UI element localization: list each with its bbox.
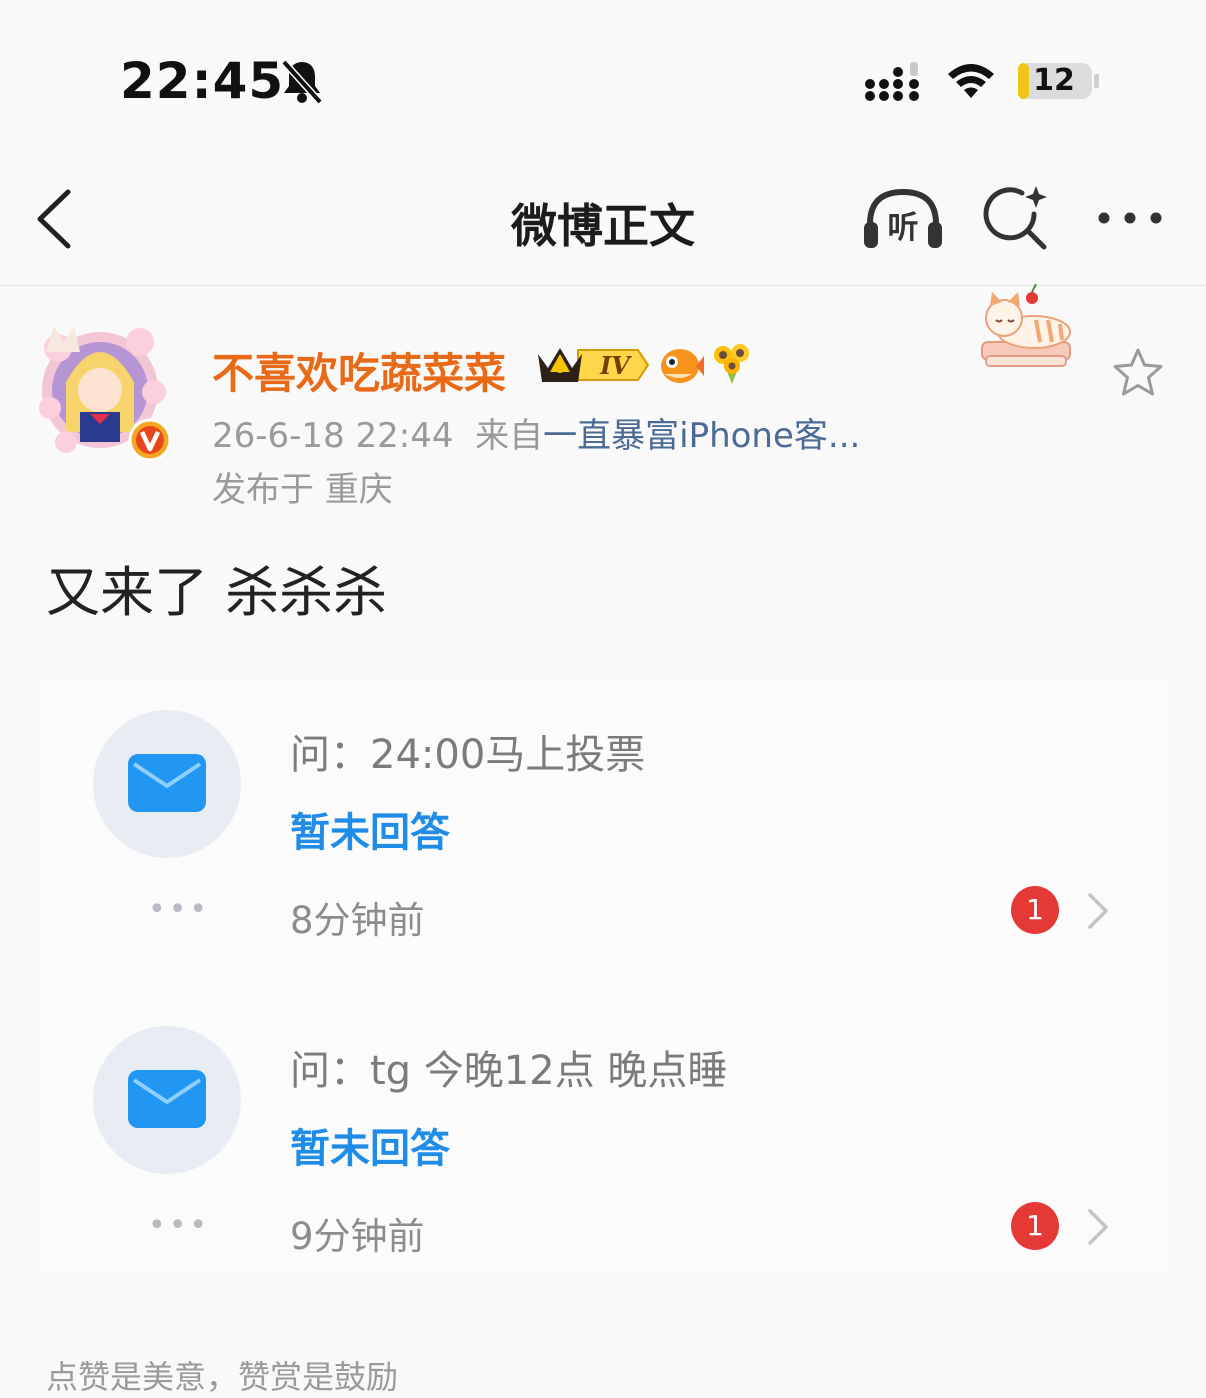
chevron-right-icon[interactable]	[1086, 1207, 1110, 1247]
ai-search-icon[interactable]	[982, 184, 1052, 252]
listen-label: 听	[887, 210, 919, 246]
sunflower-bouquet-icon	[714, 344, 749, 384]
envelope-icon	[128, 754, 206, 812]
qa-question: 问：tg 今晚12点 晚点睡	[290, 1048, 728, 1094]
qa-time: 9分钟前	[290, 1215, 425, 1258]
verified-badge-icon	[128, 418, 172, 462]
username[interactable]: 不喜欢吃蔬菜菜	[212, 340, 506, 401]
chevron-right-icon[interactable]	[1086, 891, 1110, 931]
back-icon[interactable]	[32, 188, 76, 250]
unread-badge: 1	[1011, 1202, 1059, 1250]
qa-time: 8分钟前	[290, 899, 425, 942]
post-content: 又来了 杀杀杀	[46, 561, 388, 624]
status-time: 22:45	[120, 52, 285, 110]
bell-slash-icon	[281, 59, 323, 104]
qa-more-dots[interactable]: •••	[148, 1208, 210, 1243]
battery-level: 12	[1033, 63, 1075, 98]
unread-badge: 1	[1011, 886, 1059, 934]
qa-more-dots[interactable]: •••	[148, 892, 210, 927]
favorite-star-icon[interactable]	[1110, 346, 1166, 400]
post-meta: 26-6-18 22:44 来自一直暴富iPhone客...	[212, 408, 860, 457]
from-prefix: 来自	[475, 416, 544, 456]
qa-answer-status: 暂未回答	[290, 1126, 450, 1172]
qa-question: 问：24:00马上投票	[290, 732, 646, 778]
post-location: 发布于 重庆	[212, 470, 393, 510]
qa-answer-status: 暂未回答	[290, 810, 450, 856]
sleeping-cat-sticker-icon	[981, 284, 1071, 367]
pufferfish-icon	[661, 349, 704, 383]
footer-text: 点赞是美意，赞赏是鼓励	[46, 1358, 399, 1396]
vip-level: IV	[600, 351, 630, 380]
more-icon[interactable]	[1096, 206, 1164, 230]
wifi-icon	[948, 64, 994, 98]
envelope-icon	[128, 1070, 206, 1128]
page-title: 微博正文	[511, 199, 695, 253]
signal-icon	[865, 62, 919, 101]
post-source[interactable]: 一直暴富iPhone客...	[543, 416, 860, 456]
post-date: 26-6-18 22:44	[212, 416, 454, 456]
